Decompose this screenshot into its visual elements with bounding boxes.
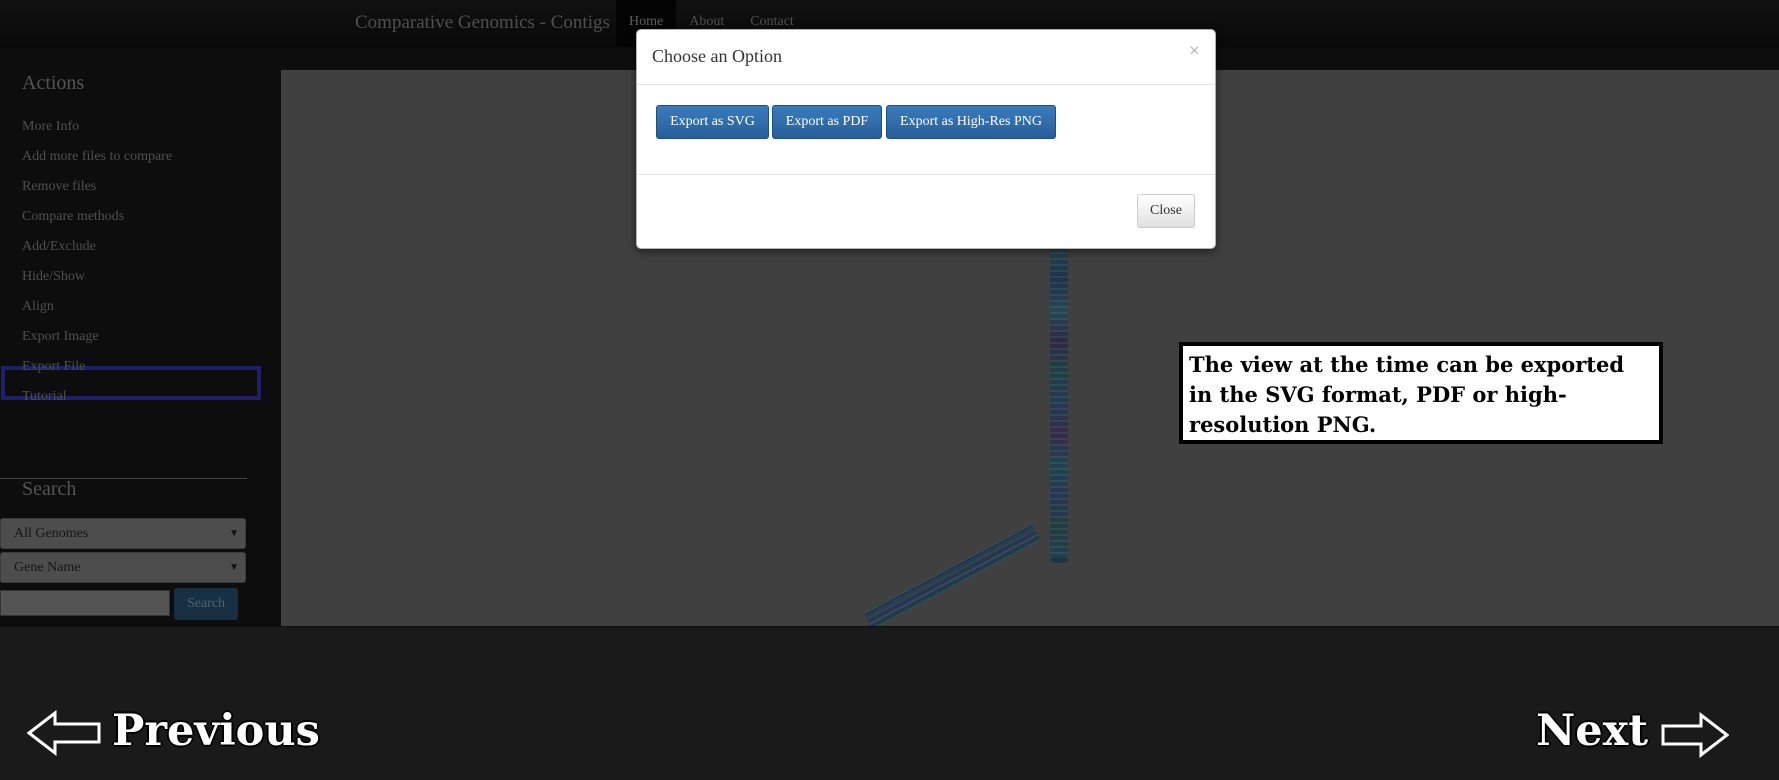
arrow-right-icon[interactable] (1661, 712, 1729, 758)
export-svg-button[interactable]: Export as SVG (656, 105, 769, 139)
close-button[interactable]: Close (1137, 194, 1195, 228)
previous-button[interactable]: Previous (112, 706, 320, 756)
export-png-button[interactable]: Export as High-Res PNG (886, 105, 1056, 139)
close-icon[interactable]: × (1189, 40, 1200, 63)
tutorial-callout: The view at the time can be exported in … (1179, 342, 1663, 444)
next-button[interactable]: Next (1536, 706, 1648, 756)
modal-header-divider (637, 84, 1215, 85)
export-pdf-button[interactable]: Export as PDF (772, 105, 882, 139)
export-modal: Choose an Option × Export as SVG Export … (636, 29, 1216, 249)
modal-title: Choose an Option (652, 46, 782, 66)
arrow-left-icon[interactable] (27, 710, 103, 756)
modal-footer-divider (637, 174, 1215, 175)
